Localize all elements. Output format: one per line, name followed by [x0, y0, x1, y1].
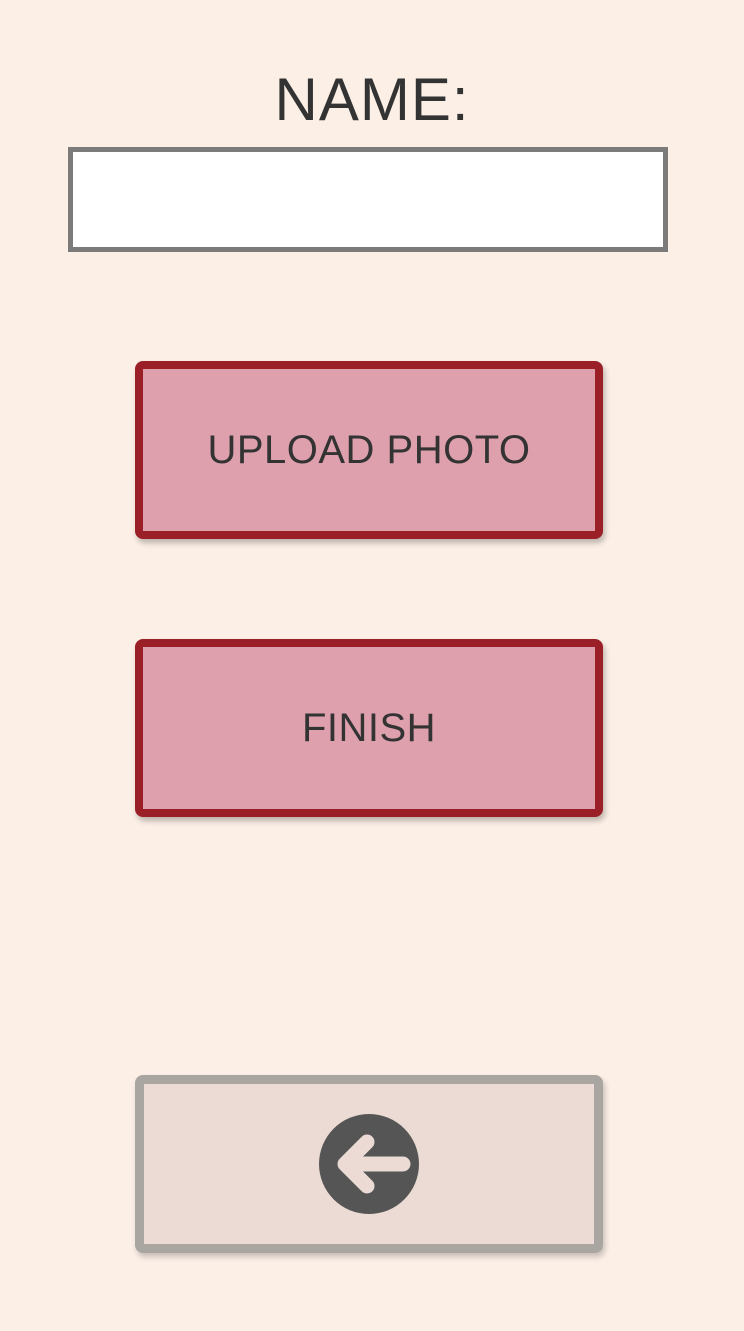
finish-label: FINISH: [301, 705, 437, 750]
upload-photo-label: UPLOAD PHOTO: [207, 427, 531, 472]
arrow-left-circle-icon: [319, 1114, 419, 1214]
name-label: NAME:: [274, 66, 470, 133]
finish-button[interactable]: FINISH: [135, 639, 603, 817]
back-button[interactable]: [135, 1075, 603, 1253]
upload-photo-button[interactable]: UPLOAD PHOTO: [135, 361, 603, 539]
name-input[interactable]: [68, 147, 668, 252]
name-entry-screen: NAME: UPLOAD PHOTO FINISH: [0, 0, 744, 1331]
